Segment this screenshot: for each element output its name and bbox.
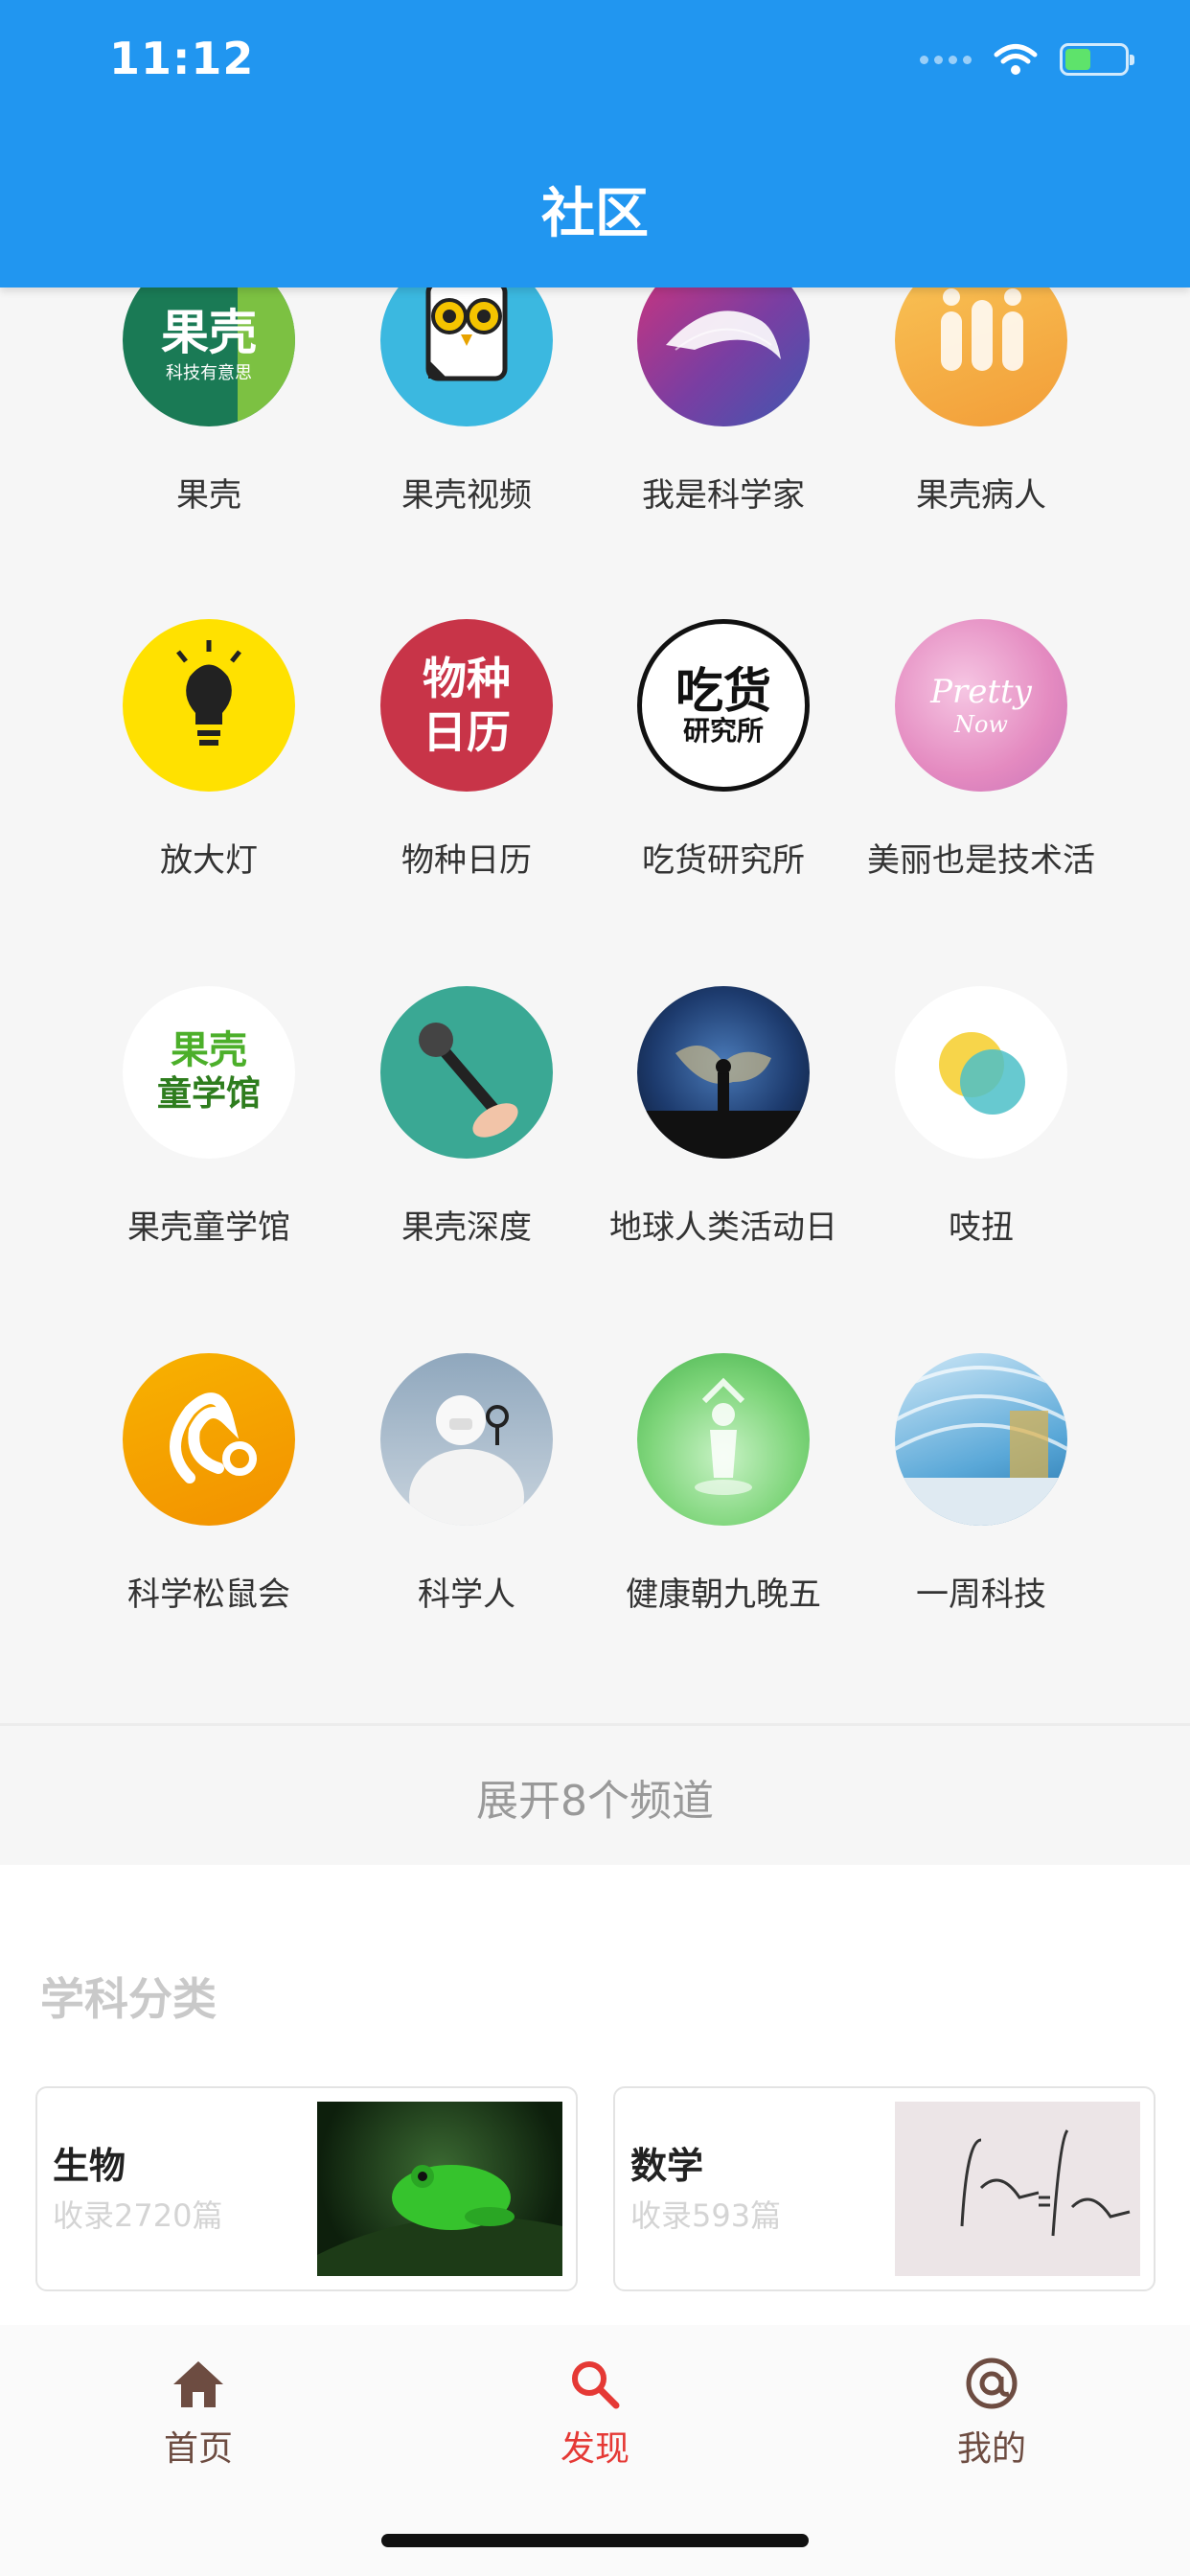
channel-guokr-patient[interactable]: 果壳病人: [852, 254, 1110, 516]
tab-mine[interactable]: 我的: [896, 2358, 1087, 2471]
status-time: 11:12: [109, 33, 255, 84]
tab-label: 发现: [560, 2429, 629, 2469]
channel-label: 健康朝九晚五: [626, 1576, 821, 1614]
at-icon: [966, 2358, 1018, 2409]
tab-home[interactable]: 首页: [103, 2358, 294, 2471]
yoga-icon: [637, 1353, 810, 1526]
category-count: 收录593篇: [630, 2197, 782, 2234]
channel-beauty-tech[interactable]: Pretty Now 美丽也是技术活: [852, 619, 1110, 881]
channel-label: 我是科学家: [642, 476, 805, 515]
battery-icon: [1060, 43, 1134, 76]
channel-weekly-tech[interactable]: 一周科技: [852, 1353, 1110, 1615]
foodie-logo: 吃货 研究所: [637, 619, 810, 792]
channel-label: 科学松鼠会: [127, 1576, 290, 1614]
species-calendar-logo: 物种 日历: [380, 619, 553, 792]
wifi-icon: [994, 44, 1038, 75]
tab-label: 首页: [163, 2429, 233, 2469]
lightbulb-icon: [123, 619, 295, 792]
channel-guokr-kids[interactable]: 果壳 童学馆 果壳童学馆: [80, 986, 338, 1248]
pretty-now-logo: Pretty Now: [895, 619, 1067, 792]
channel-healthy-9-to-5[interactable]: 健康朝九晚五: [594, 1353, 853, 1615]
expand-channels-button[interactable]: 展开8个频道: [0, 1723, 1190, 1868]
channel-label: 果壳童学馆: [127, 1208, 290, 1247]
squirrel-icon: [123, 1353, 295, 1526]
channel-label: 果壳视频: [401, 476, 532, 515]
microphone-icon: [380, 986, 553, 1159]
search-icon: [572, 2361, 620, 2409]
category-card-math[interactable]: 数学 收录593篇: [613, 2086, 1156, 2291]
earth-icon: [637, 986, 810, 1159]
category-card-biology[interactable]: 生物 收录2720篇: [35, 2086, 578, 2291]
guokr-kids-logo: 果壳 童学馆: [123, 986, 295, 1159]
category-name: 数学: [630, 2145, 704, 2187]
channel-magnifier[interactable]: 放大灯: [80, 619, 338, 881]
tunnel-icon: [895, 1353, 1067, 1526]
cellular-signal-icon: [920, 55, 972, 64]
home-indicator: [381, 2534, 809, 2547]
channel-label: 吃货研究所: [642, 841, 805, 880]
channel-label: 一周科技: [916, 1576, 1046, 1614]
channel-i-am-scientist[interactable]: 我是科学家: [594, 254, 853, 516]
frog-image: [317, 2102, 562, 2276]
channel-label: 地球人类活动日: [609, 1208, 837, 1247]
channel-guokr-depth[interactable]: 果壳深度: [337, 986, 596, 1248]
channel-label: 果壳病人: [916, 476, 1046, 515]
section-title: 学科分类: [40, 1973, 217, 2025]
channel-zhiniu[interactable]: 吱扭: [852, 986, 1110, 1248]
channel-label: 吱扭: [949, 1208, 1014, 1247]
channel-guokr[interactable]: 果壳 科技有意思 果壳: [80, 254, 338, 516]
channel-species-calendar[interactable]: 物种 日历 物种日历: [337, 619, 596, 881]
home-icon: [173, 2361, 223, 2407]
channel-label: 放大灯: [160, 841, 258, 880]
channel-scientist[interactable]: 科学人: [337, 1353, 596, 1615]
channel-label: 果壳: [176, 476, 241, 515]
channel-label: 果壳深度: [401, 1208, 532, 1247]
channel-earth-hour[interactable]: 地球人类活动日: [594, 986, 853, 1248]
channel-guokr-video[interactable]: 果壳视频: [337, 254, 596, 516]
page-title: 社区: [541, 183, 649, 245]
category-count: 收录2720篇: [53, 2197, 223, 2234]
formula-image: [895, 2102, 1140, 2276]
channel-label: 科学人: [418, 1576, 515, 1614]
status-indicators: [920, 42, 1134, 77]
channel-foodie-institute[interactable]: 吃货 研究所 吃货研究所: [594, 619, 853, 881]
channel-label: 物种日历: [401, 841, 532, 880]
channel-songshuhui[interactable]: 科学松鼠会: [80, 1353, 338, 1615]
nav-header: 11:12 社区: [0, 0, 1190, 288]
category-name: 生物: [53, 2145, 126, 2187]
tab-label: 我的: [956, 2429, 1026, 2469]
channel-label: 美丽也是技术活: [867, 841, 1095, 880]
scientist-icon: [380, 1353, 553, 1526]
zhiniu-logo-icon: [895, 986, 1067, 1159]
tab-discover[interactable]: 发现: [499, 2358, 691, 2471]
